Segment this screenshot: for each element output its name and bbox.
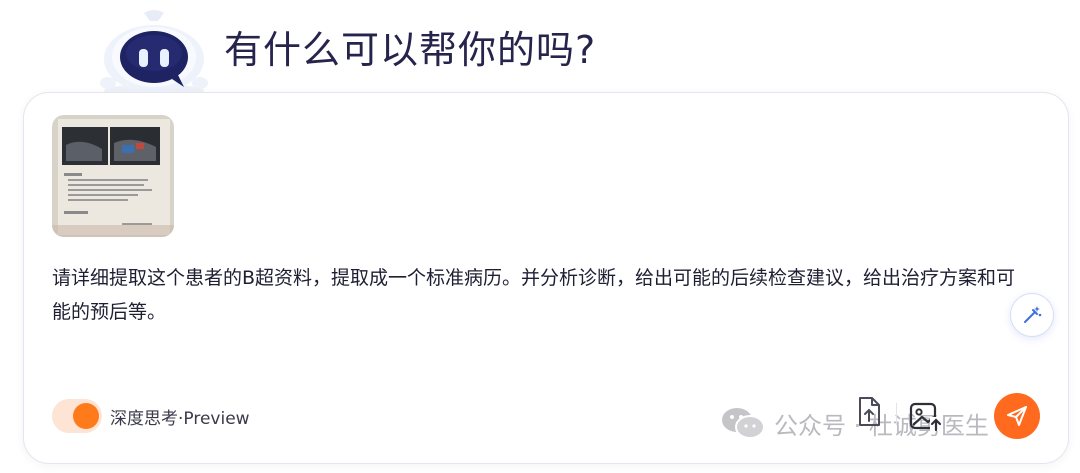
deep-think-label: 深度思考·Preview [110, 408, 250, 429]
image-upload-button[interactable] [908, 399, 942, 433]
send-icon [1007, 406, 1027, 426]
magic-wand-icon [1024, 306, 1042, 323]
wechat-logo-icon [722, 408, 765, 439]
toggle-knob [73, 403, 99, 429]
welcome-header: 有什么可以帮你的吗? [100, 6, 597, 98]
image-upload-icon [909, 402, 942, 432]
attach-file-button[interactable] [854, 395, 884, 429]
chat-composer: 请详细提取这个患者的B超资料，提取成一个标准病历。并分析诊断，给出可能的后续检查… [23, 92, 1069, 464]
toolbar-divider [896, 403, 897, 425]
robot-mascot-icon [100, 7, 208, 98]
toggle-switch[interactable] [52, 399, 102, 433]
attached-image-thumbnail[interactable] [52, 115, 174, 237]
send-button[interactable] [994, 393, 1040, 439]
prompt-text[interactable]: 请详细提取这个患者的B超资料，提取成一个标准病历。并分析诊断，给出可能的后续检查… [52, 261, 1032, 329]
deep-think-toggle[interactable]: 深度思考·Preview [52, 399, 250, 433]
magic-wand-button[interactable] [1010, 293, 1054, 337]
attach-file-icon [859, 397, 880, 426]
page-title: 有什么可以帮你的吗? [224, 27, 597, 72]
